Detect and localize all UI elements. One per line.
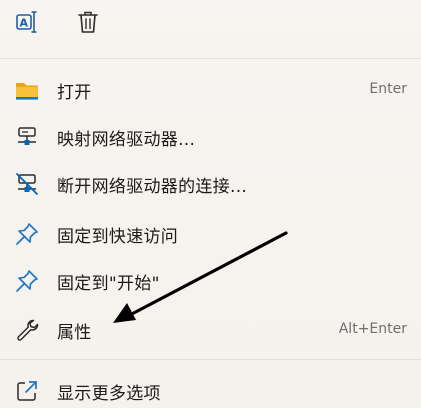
menu-item-show-more-options[interactable]: 显示更多选项: [0, 368, 421, 408]
menu-item-label: 固定到"开始": [57, 274, 160, 294]
delete-icon: [76, 9, 100, 39]
menu-item-map-network-drive[interactable]: 映射网络驱动器...: [0, 114, 421, 160]
menu-item-label: 显示更多选项: [57, 384, 161, 404]
rename-button[interactable]: A: [12, 9, 42, 39]
delete-button[interactable]: [73, 9, 103, 39]
svg-text:A: A: [20, 17, 29, 30]
menu-item-label: 映射网络驱动器...: [57, 130, 196, 150]
pin-icon: [14, 221, 40, 247]
disconnect-network-drive-icon: [14, 171, 40, 197]
menu-item-label: 属性: [57, 323, 92, 343]
menu-item-shortcut: Alt+Enter: [338, 321, 407, 337]
context-menu: A 打开 Enter 映射网络驱动器... 断开网络驱动器的连接... 固定到快…: [0, 0, 421, 408]
show-more-icon: [14, 378, 40, 404]
rename-icon: A: [14, 9, 40, 39]
menu-item-open[interactable]: 打开 Enter: [0, 67, 421, 113]
menu-item-label: 固定到快速访问: [57, 227, 179, 247]
menu-divider: [0, 359, 421, 360]
folder-icon: [14, 77, 40, 103]
menu-item-label: 断开网络驱动器的连接...: [57, 177, 248, 197]
wrench-icon: [14, 317, 40, 343]
menu-divider: [0, 58, 421, 59]
menu-item-disconnect-network-drive[interactable]: 断开网络驱动器的连接...: [0, 161, 421, 207]
menu-item-pin-to-start[interactable]: 固定到"开始": [0, 258, 421, 304]
context-menu-toolbar: A: [0, 0, 421, 52]
menu-item-pin-to-quick-access[interactable]: 固定到快速访问: [0, 211, 421, 257]
menu-item-properties[interactable]: 属性 Alt+Enter: [0, 307, 421, 353]
map-network-drive-icon: [14, 124, 40, 150]
menu-item-shortcut: Enter: [369, 81, 407, 97]
menu-item-label: 打开: [57, 83, 92, 103]
pin-icon: [14, 268, 40, 294]
